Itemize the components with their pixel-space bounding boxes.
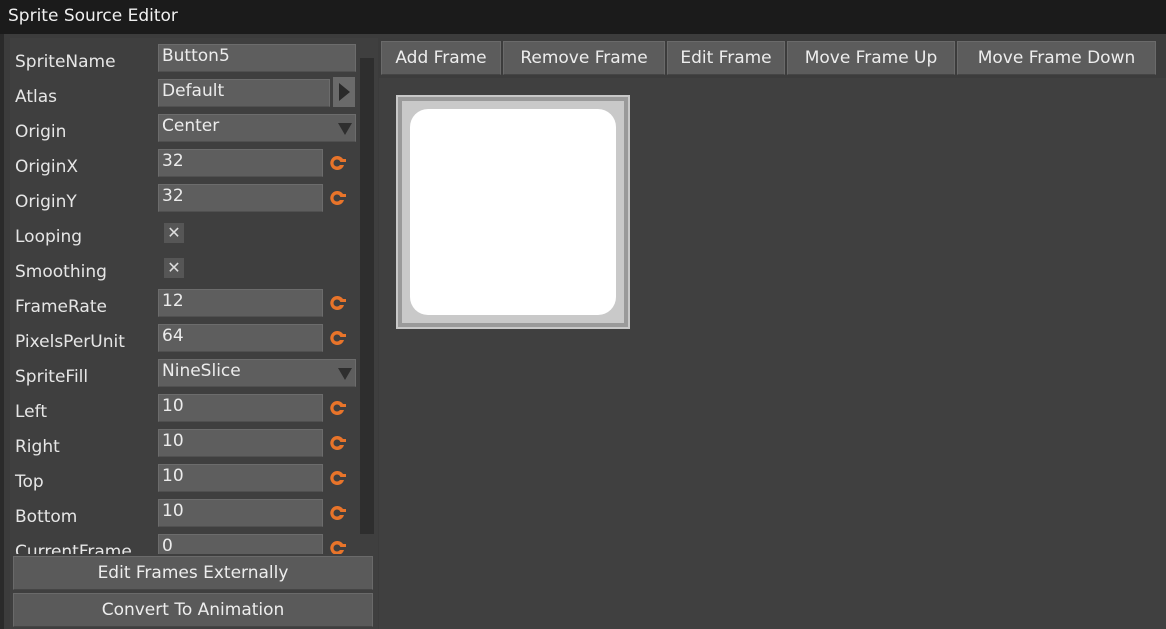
property-list: SpriteName Button5 Atlas Default Origin … [10,38,360,554]
property-row-top: Top 10 [10,461,360,493]
property-label: Top [15,472,44,492]
add-frame-button[interactable]: Add Frame [381,41,501,75]
right-field[interactable]: 10 [158,429,323,457]
property-row-currentframe: CurrentFrame 0 [10,531,360,554]
property-row-originy: OriginY 32 [10,181,360,213]
properties-scrollbar[interactable] [360,58,374,534]
move-frame-down-button[interactable]: Move Frame Down [957,41,1156,75]
framerate-field[interactable]: 12 [158,289,323,317]
property-row-right: Right 10 [10,426,360,458]
property-label: Origin [15,122,67,142]
property-label: SpriteName [15,52,116,72]
property-label: Bottom [15,507,78,527]
sprite-preview [410,109,616,315]
reset-icon[interactable] [326,153,348,173]
property-row-left: Left 10 [10,391,360,423]
originy-field[interactable]: 32 [158,184,323,212]
frame-preview-border [402,101,624,323]
spritename-field[interactable]: Button5 [158,44,356,72]
move-frame-up-button[interactable]: Move Frame Up [787,41,955,75]
property-label: SpriteFill [15,367,89,387]
property-label: PixelsPerUnit [15,332,125,352]
property-label: Smoothing [15,262,107,282]
reset-icon[interactable] [326,503,348,523]
remove-frame-button[interactable]: Remove Frame [503,41,665,75]
property-row-spritename: SpriteName Button5 [10,41,360,73]
smoothing-checkbox[interactable]: ✕ [164,258,184,278]
origin-dropdown[interactable]: Center [158,114,356,142]
edit-frame-button[interactable]: Edit Frame [667,41,785,75]
properties-panel: SpriteName Button5 Atlas Default Origin … [10,38,378,629]
property-label: FrameRate [15,297,107,317]
property-label: Atlas [15,87,57,107]
origin-dropdown-value: Center [162,116,220,136]
chevron-down-icon [338,123,352,135]
property-label: OriginY [15,192,77,212]
reset-icon[interactable] [326,468,348,488]
spritefill-dropdown[interactable]: NineSlice [158,359,356,387]
frame-thumbnail[interactable] [396,95,630,329]
atlas-field[interactable]: Default [158,79,330,107]
property-row-atlas: Atlas Default [10,76,360,108]
left-field[interactable]: 10 [158,394,323,422]
property-row-looping: Looping ✕ [10,216,360,248]
reset-icon[interactable] [326,328,348,348]
originx-field[interactable]: 32 [158,149,323,177]
reset-icon[interactable] [326,433,348,453]
edit-frames-externally-button[interactable]: Edit Frames Externally [13,556,373,590]
spritefill-dropdown-value: NineSlice [162,361,241,381]
reset-icon[interactable] [326,188,348,208]
reset-icon[interactable] [326,538,348,554]
property-label: Looping [15,227,83,247]
property-row-smoothing: Smoothing ✕ [10,251,360,283]
property-row-originx: OriginX 32 [10,146,360,178]
frames-canvas [379,78,1166,629]
left-edge [0,34,4,629]
property-label: Left [15,402,47,422]
property-label: OriginX [15,157,79,177]
looping-checkbox[interactable]: ✕ [164,223,184,243]
convert-to-animation-button[interactable]: Convert To Animation [13,593,373,627]
reset-icon[interactable] [326,293,348,313]
property-row-bottom: Bottom 10 [10,496,360,528]
reset-icon[interactable] [326,398,348,418]
property-row-spritefill: SpriteFill NineSlice [10,356,360,388]
currentframe-field[interactable]: 0 [158,534,323,554]
pixelsperunit-field[interactable]: 64 [158,324,323,352]
property-label: Right [15,437,60,457]
bottom-field[interactable]: 10 [158,499,323,527]
property-row-framerate: FrameRate 12 [10,286,360,318]
property-row-pixelsperunit: PixelsPerUnit 64 [10,321,360,353]
property-label: CurrentFrame [15,542,132,554]
property-row-origin: Origin Center [10,111,360,143]
chevron-down-icon [338,368,352,380]
play-arrow-icon[interactable] [333,77,355,107]
window-title: Sprite Source Editor [0,0,1166,34]
top-field[interactable]: 10 [158,464,323,492]
